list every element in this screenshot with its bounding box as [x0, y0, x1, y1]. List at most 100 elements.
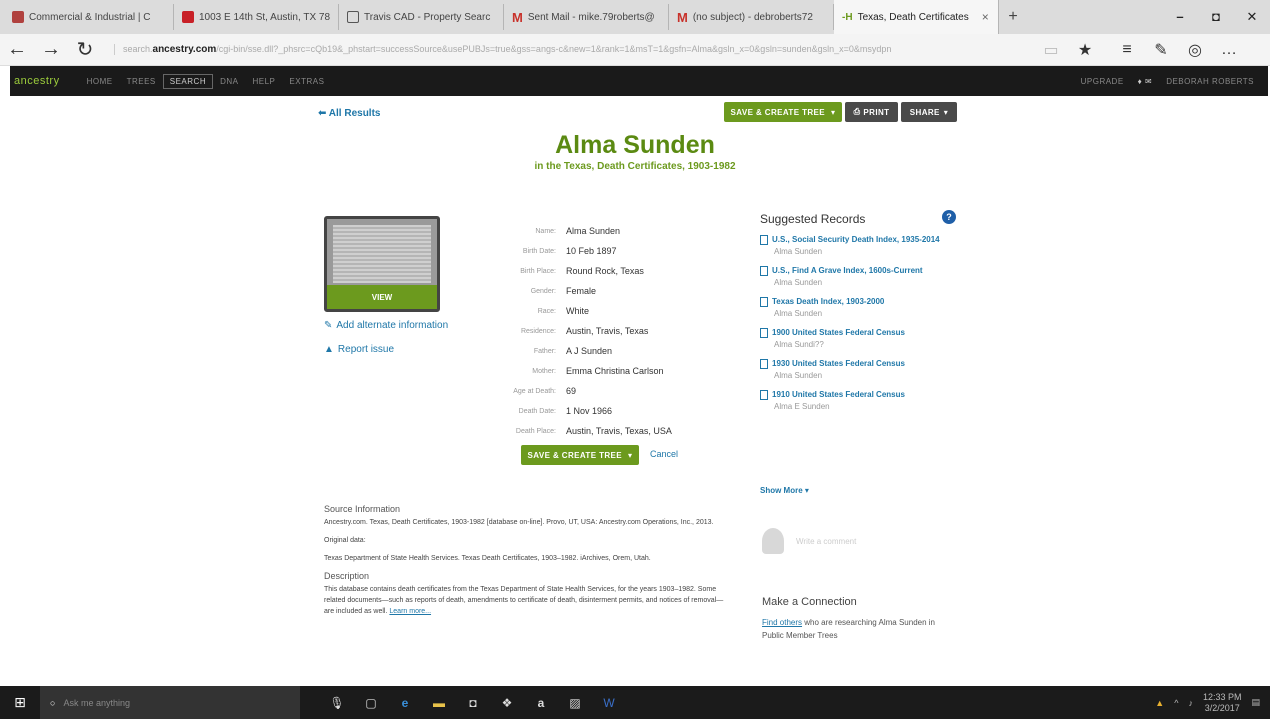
more-icon[interactable]: … [1212, 41, 1246, 59]
cortana-search[interactable]: ○ Ask me anything [40, 686, 300, 719]
suggested-record[interactable]: U.S., Social Security Death Index, 1935-… [760, 234, 960, 256]
suggested-record[interactable]: 1930 United States Federal Census Alma Su… [760, 358, 960, 380]
minimize-button[interactable]: – [1162, 0, 1198, 34]
tab-texas-death[interactable]: -H Texas, Death Certificates × [834, 0, 999, 34]
add-alternate-link[interactable]: ✎ Add alternate information [324, 320, 448, 331]
hints-icon[interactable]: ♦ ✉ [1138, 77, 1153, 86]
field-row: Mother: Emma Christina Carlson [532, 366, 664, 376]
task-view-icon[interactable]: ▢ [354, 696, 388, 710]
suggested-record[interactable]: 1910 United States Federal Census Alma E … [760, 389, 960, 411]
chevron-down-icon: ▾ [831, 107, 836, 117]
tab-favicon-icon [182, 11, 194, 23]
view-button[interactable]: VIEW [327, 285, 437, 309]
hub-icon[interactable]: ≡ [1110, 41, 1144, 59]
reading-view-icon[interactable]: ▭ [1034, 40, 1068, 60]
source-text: Ancestry.com. Texas, Death Certificates,… [324, 519, 714, 526]
clock[interactable]: 12:33 PM 3/2/2017 [1203, 692, 1242, 714]
save-tree-button-bottom[interactable]: SAVE & CREATE TREE ▾ [521, 445, 639, 465]
connection-title: Make a Connection [762, 596, 857, 608]
original-data-text: Texas Department of State Health Service… [324, 555, 651, 562]
close-window-button[interactable]: ✕ [1234, 0, 1270, 34]
tab-favicon-icon [347, 11, 359, 23]
cancel-link[interactable]: Cancel [650, 449, 678, 459]
file-explorer-icon[interactable]: ▬ [422, 696, 456, 710]
close-tab-icon[interactable]: × [982, 10, 989, 24]
comment-box[interactable]: Write a comment [762, 528, 856, 554]
window-controls: – ◘ ✕ [1162, 0, 1270, 34]
printer-icon: ⎙ [853, 107, 861, 116]
dropbox-icon[interactable]: ❖ [490, 696, 524, 710]
show-more-link[interactable]: Show More ▾ [760, 486, 809, 495]
store-icon[interactable]: ◘ [456, 696, 490, 710]
pencil-icon: ✎ [324, 320, 333, 331]
avatar [762, 528, 784, 554]
field-row: Residence: Austin, Travis, Texas [520, 326, 649, 336]
field-row: Name: Alma Sunden [535, 226, 621, 236]
record-fields: Name: Alma Sunden Birth Date: 10 Feb 1897 … [490, 221, 720, 441]
document-preview [333, 225, 431, 283]
taskbar: ⊞ ○ Ask me anything 🎙 ▢ e ▬ ◘ ❖ a ▨ W ▲ ^… [0, 686, 1270, 719]
suggested-record[interactable]: 1900 United States Federal Census Alma Su… [760, 327, 960, 349]
nav-trees[interactable]: TREES [120, 77, 163, 86]
tab-commercial[interactable]: Commercial & Industrial | C [4, 4, 174, 30]
back-arrow-icon: ⬅ [318, 108, 329, 119]
back-arrow-icon[interactable]: ← [0, 38, 34, 61]
web-note-icon[interactable]: ✎ [1144, 40, 1178, 60]
suggested-record[interactable]: Texas Death Index, 1903-2000 Alma Sunden [760, 296, 960, 318]
ancestry-logo[interactable]: ancestry [14, 75, 60, 87]
learn-more-link[interactable]: Learn more... [389, 608, 431, 615]
tab-address[interactable]: 1003 E 14th St, Austin, TX 78 [174, 4, 339, 30]
system-tray: ▲ ^ ♪ 12:33 PM 3/2/2017 ▤ [1155, 692, 1270, 714]
nav-home[interactable]: HOME [80, 77, 120, 86]
field-row: Birth Date: 10 Feb 1897 [522, 246, 617, 256]
suggested-record[interactable]: U.S., Find A Grave Index, 1600s-Current A… [760, 265, 960, 287]
notifications-icon[interactable]: ▤ [1251, 697, 1260, 708]
field-row: Race: White [537, 306, 590, 316]
user-menu[interactable]: DEBORAH ROBERTS [1166, 77, 1254, 86]
field-row: Father: A J Sunden [533, 346, 613, 356]
url-field[interactable]: search.ancestry.com/cgi-bin/sse.dll?_phs… [114, 44, 1034, 55]
tab-travis-cad[interactable]: Travis CAD - Property Searc [339, 4, 504, 30]
field-row: Death Date: 1 Nov 1966 [518, 406, 613, 416]
chevron-down-icon: ▾ [802, 486, 809, 495]
upgrade-link[interactable]: UPGRADE [1081, 77, 1124, 86]
description-text: This database contains death certificate… [324, 586, 724, 615]
word-icon[interactable]: W [592, 696, 626, 710]
suggested-records: Suggested Records U.S., Social Security … [760, 212, 960, 420]
print-button[interactable]: ⎙ PRINT [845, 102, 898, 122]
amazon-icon[interactable]: a [524, 696, 558, 710]
share-icon[interactable]: ◎ [1178, 40, 1212, 60]
volume-icon[interactable]: ♪ [1188, 698, 1193, 708]
tab-sent-mail[interactable]: M Sent Mail - mike.79roberts@ [504, 4, 669, 30]
forward-arrow-icon[interactable]: → [34, 38, 68, 61]
share-button[interactable]: SHARE ▾ [901, 102, 957, 122]
record-image-thumbnail[interactable]: VIEW [324, 216, 440, 312]
comment-input[interactable]: Write a comment [796, 537, 856, 546]
save-tree-button[interactable]: SAVE & CREATE TREE ▾ [724, 102, 842, 122]
find-others-link[interactable]: Find others [762, 618, 802, 627]
nav-help[interactable]: HELP [245, 77, 282, 86]
favorite-star-icon[interactable]: ★ [1068, 40, 1102, 60]
ancestry-nav: ancestry HOME TREES SEARCH DNA HELP EXTR… [10, 66, 1268, 96]
suggested-title: Suggested Records [760, 212, 866, 226]
microphone-icon[interactable]: 🎙 [320, 696, 354, 710]
document-icon [760, 390, 768, 400]
tab-no-subject[interactable]: M (no subject) - debroberts72 [669, 4, 834, 30]
tray-app-icon[interactable]: ▲ [1155, 698, 1164, 708]
tray-overflow-icon[interactable]: ^ [1174, 698, 1178, 708]
field-row: Birth Place: Round Rock, Texas [520, 266, 644, 276]
warning-icon: ▲ [324, 344, 334, 355]
edge-icon[interactable]: e [388, 696, 422, 710]
maximize-button[interactable]: ◘ [1198, 0, 1234, 34]
field-row: Age at Death: 69 [513, 386, 577, 396]
new-tab-button[interactable]: + [999, 8, 1027, 26]
report-issue-link[interactable]: ▲ Report issue [324, 344, 394, 355]
windows-start-icon[interactable]: ⊞ [0, 694, 40, 711]
document-icon [760, 297, 768, 307]
nav-search[interactable]: SEARCH [162, 73, 214, 89]
nav-dna[interactable]: DNA [213, 77, 245, 86]
nav-extras[interactable]: EXTRAS [282, 77, 331, 86]
refresh-icon[interactable]: ↻ [68, 37, 102, 62]
all-results-link[interactable]: ⬅ All Results [318, 108, 380, 119]
photos-icon[interactable]: ▨ [558, 696, 592, 710]
